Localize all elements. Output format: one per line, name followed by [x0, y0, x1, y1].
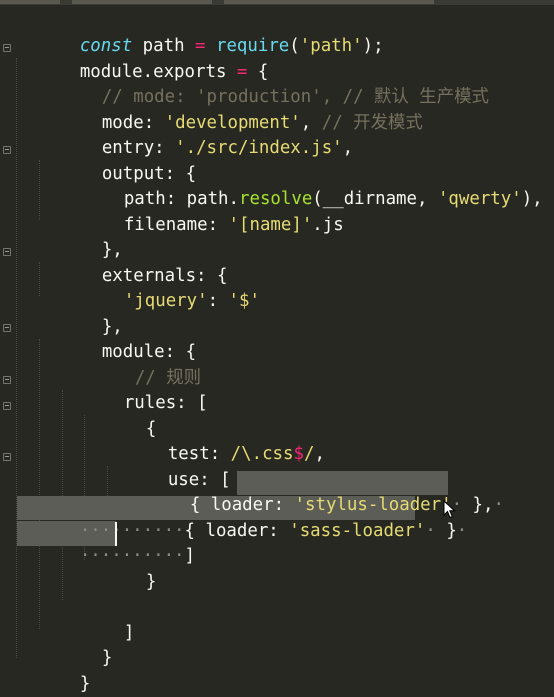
- tab-3[interactable]: [224, 0, 434, 4]
- code-line-10: externals: {: [39, 239, 228, 286]
- property-key: filename:: [123, 214, 229, 235]
- string-literal: '$': [228, 291, 260, 311]
- code-line-6: output: {: [39, 137, 196, 184]
- code-line-2: module.exports = {: [17, 35, 269, 82]
- code-editor[interactable]: const path = require('path'); module.exp…: [0, 0, 554, 697]
- text-cursor: [115, 522, 117, 546]
- regex-anchor: $: [293, 444, 304, 464]
- string-literal: '[name]': [228, 214, 313, 235]
- code-line-15: rules: [: [61, 366, 208, 413]
- code-line-26: }: [17, 647, 90, 694]
- whitespace-marker: ·: [456, 520, 468, 541]
- code-line-17: test: /\.css$/,: [105, 417, 325, 464]
- colon: :: [207, 291, 229, 311]
- code-line-22: }: [83, 545, 156, 592]
- code-line-9: },: [39, 213, 123, 260]
- comma: ,: [314, 444, 325, 464]
- tab-2[interactable]: [72, 0, 212, 4]
- regex-literal: /: [303, 444, 315, 464]
- code-line-24: ]: [61, 596, 134, 643]
- fold-toggle-icon[interactable]: [3, 324, 11, 332]
- code-line-14: // 规则: [72, 341, 201, 388]
- code-line-25: }: [39, 621, 112, 668]
- string-literal: './src/index.js': [175, 138, 343, 158]
- code-line-1: const path = require('path');: [17, 9, 384, 56]
- comma: ,: [342, 138, 354, 158]
- brace: }: [101, 648, 113, 668]
- code-line-3: // mode: 'production', // 默认 生产模式: [39, 60, 489, 107]
- code-line-16: {: [83, 392, 156, 439]
- code-line-20: ··········{ loader: 'sass-loader'· }·: [17, 494, 467, 541]
- whitespace-marker: ·: [493, 495, 504, 515]
- regex-literal: /\.css: [230, 444, 294, 464]
- code-line-5: entry: './src/index.js',: [39, 111, 353, 158]
- code-line-7: path: path.resolve(__dirname, 'qwerty'),: [61, 162, 543, 209]
- mouse-pointer-icon: [443, 500, 456, 519]
- brace: }: [145, 571, 157, 592]
- object-open: { loader:: [184, 520, 290, 541]
- bracket: ]: [184, 546, 196, 566]
- fold-toggle-icon[interactable]: [3, 248, 11, 256]
- bracket: ]: [123, 622, 135, 643]
- code-line-13: module: {: [39, 315, 196, 362]
- code-line-4: mode: 'development', // 开发模式: [39, 86, 423, 133]
- code-line-19: { loader: 'stylus-loader'· },·: [127, 468, 504, 515]
- whitespace-marker: ·: [425, 520, 436, 541]
- code-line-8: filename: '[name]'.js: [61, 188, 344, 235]
- paren-close: );: [362, 36, 384, 56]
- string-literal: 'path': [299, 36, 363, 56]
- code-line-18: use: [: [105, 443, 231, 490]
- object-close: }: [435, 520, 457, 541]
- fold-toggle-icon[interactable]: [3, 376, 11, 384]
- fold-toggle-icon[interactable]: [3, 402, 11, 410]
- tab-strip[interactable]: [0, 0, 554, 5]
- editor-gutter: [0, 6, 16, 697]
- fold-toggle-icon[interactable]: [3, 44, 11, 52]
- paren-close: ),: [521, 189, 543, 209]
- code-line-12: },: [39, 290, 123, 337]
- code-line-11: 'jquery': '$': [61, 264, 260, 311]
- brace: }: [79, 673, 91, 694]
- fold-toggle-icon[interactable]: [3, 453, 11, 461]
- tab-1[interactable]: [0, 0, 60, 4]
- string-literal: 'jquery': [123, 291, 208, 311]
- fold-toggle-icon[interactable]: [3, 146, 11, 154]
- code-line-21: ··········]: [17, 519, 195, 566]
- string-literal: 'qwerty': [437, 189, 522, 209]
- paren-open: (: [289, 36, 300, 56]
- string-literal: 'sass-loader': [289, 520, 426, 541]
- text: .js: [312, 214, 344, 235]
